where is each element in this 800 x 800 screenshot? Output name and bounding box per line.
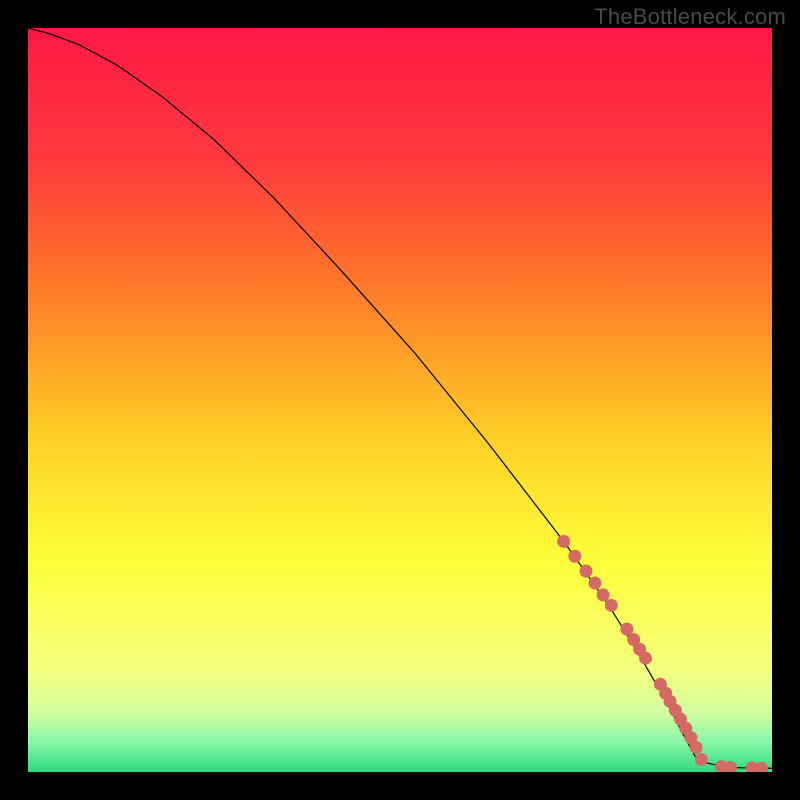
data-point-marker (690, 741, 703, 754)
data-point-marker (580, 565, 593, 578)
data-point-marker (639, 652, 652, 665)
gradient-background (28, 28, 772, 772)
data-point-marker (605, 599, 618, 612)
data-point-marker (588, 577, 601, 590)
watermark-text: TheBottleneck.com (594, 4, 786, 30)
chart-container: TheBottleneck.com (0, 0, 800, 800)
chart-svg (28, 28, 772, 772)
plot-area (28, 28, 772, 772)
data-point-marker (568, 550, 581, 563)
data-point-marker (695, 753, 708, 766)
data-point-marker (597, 588, 610, 601)
data-point-marker (557, 535, 570, 548)
